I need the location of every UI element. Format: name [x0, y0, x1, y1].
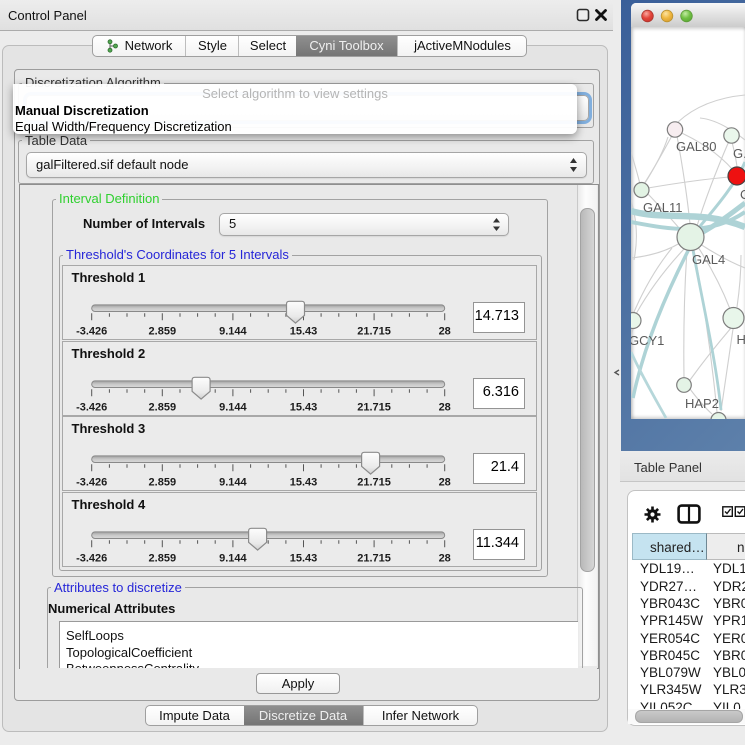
svg-text:Threshold 4: Threshold 4 — [71, 497, 145, 512]
svg-text:2.859: 2.859 — [148, 552, 176, 564]
svg-text:GAL80: GAL80 — [676, 139, 716, 154]
svg-text:HAP2: HAP2 — [685, 396, 719, 411]
svg-text:9.144: 9.144 — [219, 477, 247, 489]
svg-text:Threshold 3: Threshold 3 — [71, 421, 145, 436]
svg-text:9.144: 9.144 — [219, 401, 247, 413]
svg-text:21.715: 21.715 — [357, 326, 391, 338]
svg-text:2.859: 2.859 — [148, 401, 176, 413]
svg-text:21.715: 21.715 — [357, 477, 391, 489]
svg-text:C: C — [740, 187, 745, 202]
svg-text:21.715: 21.715 — [357, 552, 391, 564]
svg-text:9.144: 9.144 — [219, 552, 247, 564]
svg-text:28: 28 — [438, 477, 450, 489]
svg-text:GAL11: GAL11 — [643, 200, 683, 215]
svg-text:Threshold 2: Threshold 2 — [71, 346, 145, 361]
svg-text:G.: G. — [733, 146, 745, 161]
svg-text:15.43: 15.43 — [289, 326, 317, 338]
svg-text:2.859: 2.859 — [148, 326, 176, 338]
svg-text:GAL4: GAL4 — [692, 252, 725, 267]
svg-text:9.144: 9.144 — [219, 326, 247, 338]
svg-text:15.43: 15.43 — [289, 401, 317, 413]
svg-text:Threshold 1: Threshold 1 — [71, 270, 145, 285]
svg-text:28: 28 — [438, 552, 450, 564]
svg-text:15.43: 15.43 — [289, 477, 317, 489]
svg-text:H: H — [737, 332, 745, 347]
svg-text:28: 28 — [438, 401, 450, 413]
svg-text:-3.426: -3.426 — [76, 552, 107, 564]
svg-text:15.43: 15.43 — [289, 552, 317, 564]
svg-text:21.715: 21.715 — [357, 401, 391, 413]
svg-text:2.859: 2.859 — [148, 477, 176, 489]
svg-text:-3.426: -3.426 — [76, 401, 107, 413]
svg-text:GCY1: GCY1 — [631, 333, 664, 348]
svg-text:-3.426: -3.426 — [76, 326, 107, 338]
svg-text:28: 28 — [438, 326, 450, 338]
svg-text:-3.426: -3.426 — [76, 477, 107, 489]
